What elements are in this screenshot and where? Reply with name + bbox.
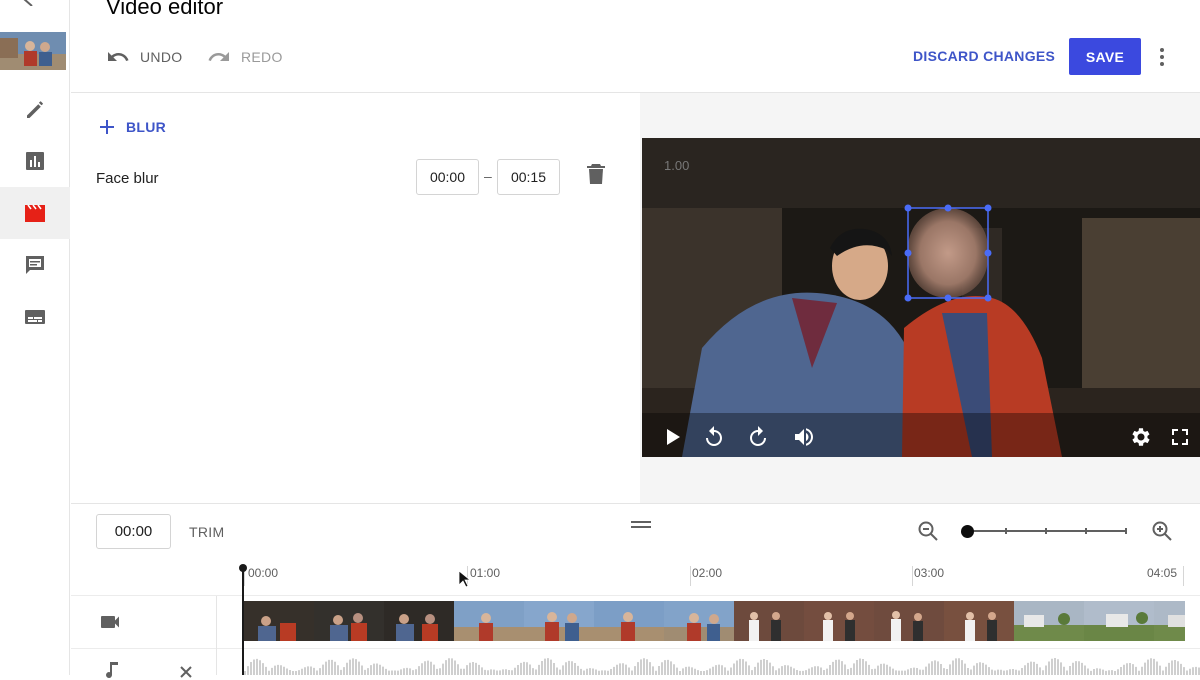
redo-button[interactable]: REDO xyxy=(207,44,283,70)
filmstrip-frame xyxy=(244,601,314,641)
trim-button[interactable]: TRIM xyxy=(189,524,224,540)
filmstrip-frame xyxy=(384,601,454,641)
filmstrip-frame xyxy=(314,601,384,641)
forward-icon[interactable] xyxy=(746,425,770,449)
filmstrip-frame xyxy=(944,601,1014,641)
rail-item-subtitles[interactable] xyxy=(0,291,70,343)
discard-changes-button[interactable]: DISCARD CHANGES xyxy=(913,48,1055,64)
filmstrip-frame xyxy=(1154,601,1185,641)
more-vert-icon[interactable] xyxy=(1152,44,1172,70)
ruler-label: 03:00 xyxy=(914,566,945,580)
play-icon[interactable] xyxy=(660,425,684,449)
trash-icon[interactable] xyxy=(585,162,607,186)
undo-icon xyxy=(108,52,129,61)
video-overlay-time: 1.00 xyxy=(664,158,690,173)
video-thumbnail[interactable] xyxy=(0,32,66,70)
zoom-slider-track[interactable] xyxy=(967,528,1127,534)
range-separator: – xyxy=(484,168,492,184)
redo-label: REDO xyxy=(241,49,283,65)
rail-item-analytics[interactable] xyxy=(0,135,70,187)
fullscreen-icon[interactable] xyxy=(1168,425,1192,449)
filmstrip-frame xyxy=(524,601,594,641)
videocam-icon xyxy=(101,616,119,628)
rail-item-editor[interactable] xyxy=(0,187,70,239)
track-divider xyxy=(71,595,1200,596)
back-arrow-icon[interactable] xyxy=(20,0,40,6)
playhead[interactable] xyxy=(242,567,244,675)
zoom-in-icon[interactable] xyxy=(1151,520,1173,542)
clapperboard-icon xyxy=(25,204,45,222)
volume-icon[interactable] xyxy=(792,425,816,449)
undo-button[interactable]: UNDO xyxy=(106,44,182,70)
rewind-icon[interactable] xyxy=(702,425,726,449)
filmstrip-frame xyxy=(594,601,664,641)
current-time-input[interactable]: 00:00 xyxy=(96,514,171,549)
ruler-tick xyxy=(690,566,691,586)
filmstrip-frame xyxy=(454,601,524,641)
timeline-divider xyxy=(71,503,1200,504)
video-track-filmstrip[interactable] xyxy=(244,601,1185,641)
blur-start-time-input[interactable]: 00:00 xyxy=(416,159,479,195)
playhead-handle[interactable] xyxy=(239,564,247,572)
add-blur-label: BLUR xyxy=(126,119,167,135)
track-label-divider xyxy=(216,596,217,675)
audio-waveform[interactable] xyxy=(244,656,1200,675)
ruler-label: 00:00 xyxy=(248,566,279,580)
music-note-icon xyxy=(106,662,118,679)
add-blur-button[interactable]: BLUR xyxy=(98,118,166,136)
track-divider xyxy=(71,648,1200,649)
filmstrip-frame xyxy=(874,601,944,641)
rail-item-comments[interactable] xyxy=(0,239,70,291)
left-rail xyxy=(0,0,70,675)
close-icon[interactable] xyxy=(178,664,194,680)
filmstrip-frame xyxy=(1084,601,1154,641)
page-title: Video editor xyxy=(106,0,224,19)
blur-end-time-input[interactable]: 00:15 xyxy=(497,159,560,195)
ruler-label: 04:05 xyxy=(1147,566,1178,580)
zoom-out-icon[interactable] xyxy=(917,520,939,542)
ruler-label: 01:00 xyxy=(470,566,501,580)
filmstrip-frame xyxy=(804,601,874,641)
ruler-label: 02:00 xyxy=(692,566,723,580)
mouse-cursor-icon xyxy=(458,570,470,588)
drag-handle-icon[interactable] xyxy=(631,520,651,530)
ruler-tick xyxy=(912,566,913,586)
redo-icon xyxy=(208,52,229,61)
save-button[interactable]: SAVE xyxy=(1069,38,1141,75)
video-preview[interactable]: 1.00 xyxy=(642,138,1200,457)
undo-label: UNDO xyxy=(140,49,183,65)
comments-icon xyxy=(26,256,44,274)
filmstrip-frame xyxy=(734,601,804,641)
video-frame-image xyxy=(642,138,1200,457)
blur-item-name: Face blur xyxy=(96,170,159,187)
analytics-icon xyxy=(26,152,44,170)
zoom-slider-handle[interactable] xyxy=(961,525,974,538)
filmstrip-frame xyxy=(1014,601,1084,641)
settings-gear-icon[interactable] xyxy=(1129,425,1153,449)
rail-item-details[interactable] xyxy=(0,84,70,136)
subtitles-icon xyxy=(25,310,45,324)
pencil-icon xyxy=(27,101,43,118)
plus-icon xyxy=(100,120,114,134)
ruler-tick xyxy=(1183,566,1184,586)
filmstrip-frame xyxy=(664,601,734,641)
